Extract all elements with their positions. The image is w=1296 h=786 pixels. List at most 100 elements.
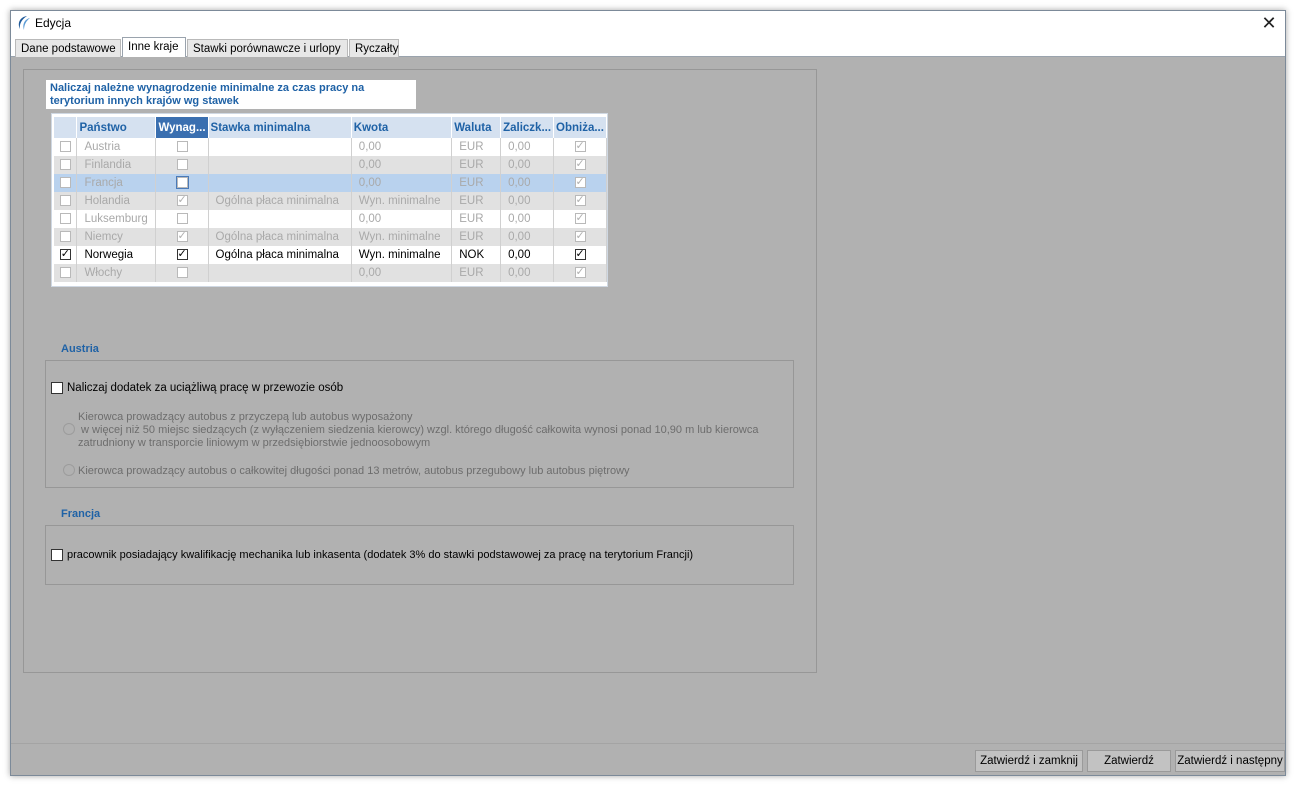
checkbox-icon[interactable] — [176, 229, 188, 243]
cell-stawka[interactable] — [208, 156, 352, 174]
cell-zaliczka[interactable]: 0,00 — [500, 192, 555, 210]
cell-waluta[interactable]: NOK — [451, 246, 502, 264]
francja-option[interactable]: pracownik posiadający kwalifikację mecha… — [51, 549, 693, 561]
checkbox-icon[interactable] — [574, 175, 586, 189]
cell-checked[interactable] — [54, 174, 78, 192]
checkbox-icon[interactable] — [175, 176, 189, 190]
cell-waluta[interactable]: EUR — [451, 264, 502, 282]
cell-checked[interactable] — [54, 138, 78, 156]
cell-stawka[interactable]: Ogólna płaca minimalna — [208, 246, 352, 264]
col-header-kwota[interactable]: Kwota — [351, 117, 453, 138]
table-row[interactable]: Holandia Ogólna płaca minimalnaWyn. minim… — [54, 192, 607, 210]
tab-inne-kraje[interactable]: Inne kraje — [122, 37, 186, 57]
col-header-wynag[interactable]: Wynag... — [155, 117, 209, 138]
cell-kwota[interactable]: Wyn. minimalne — [351, 228, 453, 246]
cell-stawka[interactable] — [208, 210, 352, 228]
checkbox-icon[interactable] — [176, 267, 188, 279]
cell-wynag[interactable] — [155, 264, 209, 282]
cell-zaliczka[interactable]: 0,00 — [500, 264, 555, 282]
cell-zaliczka[interactable]: 0,00 — [500, 228, 555, 246]
checkbox-icon[interactable] — [574, 229, 586, 243]
cell-obniza[interactable] — [553, 156, 607, 174]
cell-checked[interactable] — [54, 156, 78, 174]
checkbox-icon[interactable] — [176, 193, 188, 207]
cell-obniza[interactable] — [553, 174, 607, 192]
checkbox-icon[interactable] — [574, 211, 586, 225]
austria-radio-2-icon[interactable] — [63, 464, 75, 476]
checkbox-icon[interactable] — [176, 213, 188, 225]
cell-kwota[interactable]: 0,00 — [351, 138, 453, 156]
cell-waluta[interactable]: EUR — [451, 156, 502, 174]
checkbox-icon[interactable] — [59, 231, 71, 243]
cell-country[interactable]: Austria — [76, 138, 157, 156]
confirm-close-button[interactable]: Zatwierdź i zamknij — [975, 750, 1083, 772]
cell-obniza[interactable] — [553, 138, 607, 156]
checkbox-icon[interactable] — [574, 139, 586, 153]
austria-checkbox-icon[interactable] — [51, 382, 63, 394]
austria-radio-1-icon[interactable] — [63, 423, 75, 435]
cell-kwota[interactable]: Wyn. minimalne — [351, 246, 453, 264]
cell-obniza[interactable] — [553, 264, 607, 282]
cell-kwota[interactable]: 0,00 — [351, 174, 453, 192]
table-row[interactable]: Finlandia 0,00 EUR 0,00 — [54, 156, 607, 174]
checkbox-icon[interactable] — [574, 265, 586, 279]
col-header-select[interactable] — [54, 117, 78, 138]
cell-country[interactable]: Francja — [76, 174, 157, 192]
checkbox-icon[interactable] — [59, 267, 71, 279]
confirm-next-button[interactable]: Zatwierdź i następny — [1175, 750, 1285, 772]
cell-waluta[interactable]: EUR — [451, 228, 502, 246]
checkbox-icon[interactable] — [59, 213, 71, 225]
table-row[interactable]: Włochy 0,00 EUR 0,00 — [54, 264, 607, 282]
cell-kwota[interactable]: 0,00 — [351, 264, 453, 282]
cell-kwota[interactable]: 0,00 — [351, 156, 453, 174]
cell-wynag[interactable] — [155, 246, 209, 264]
francja-checkbox-icon[interactable] — [51, 549, 63, 561]
cell-country[interactable]: Holandia — [76, 192, 157, 210]
cell-zaliczka[interactable]: 0,00 — [500, 138, 555, 156]
checkbox-icon[interactable] — [59, 177, 71, 189]
tab-stawki-porownawcze[interactable]: Stawki porównawcze i urlopy — [187, 39, 348, 57]
col-header-panstwo[interactable]: Państwo — [76, 117, 157, 138]
cell-wynag[interactable] — [155, 228, 209, 246]
cell-wynag[interactable] — [155, 174, 209, 192]
cell-checked[interactable] — [54, 264, 78, 282]
cell-country[interactable]: Finlandia — [76, 156, 157, 174]
confirm-button[interactable]: Zatwierdź — [1087, 750, 1171, 772]
table-row[interactable]: Luksemburg 0,00 EUR 0,00 — [54, 210, 607, 228]
cell-wynag[interactable] — [155, 210, 209, 228]
cell-checked[interactable] — [54, 246, 78, 264]
checkbox-icon[interactable] — [176, 159, 188, 171]
cell-wynag[interactable] — [155, 138, 209, 156]
tab-ryczalty[interactable]: Ryczałty — [349, 39, 399, 57]
cell-checked[interactable] — [54, 228, 78, 246]
table-row[interactable]: Austria 0,00 EUR 0,00 — [54, 138, 607, 156]
checkbox-icon[interactable] — [574, 157, 586, 171]
cell-waluta[interactable]: EUR — [451, 174, 502, 192]
cell-country[interactable]: Luksemburg — [76, 210, 157, 228]
tab-dane-podstawowe[interactable]: Dane podstawowe — [15, 39, 121, 57]
table-row[interactable]: Francja 0,00 EUR 0,00 — [54, 174, 607, 192]
table-row[interactable]: Norwegia Ogólna płaca minimalnaWyn. minim… — [54, 246, 607, 264]
cell-kwota[interactable]: Wyn. minimalne — [351, 192, 453, 210]
cell-obniza[interactable] — [553, 228, 607, 246]
col-header-obniza[interactable]: Obniża... — [553, 117, 607, 138]
cell-zaliczka[interactable]: 0,00 — [500, 210, 555, 228]
cell-stawka[interactable]: Ogólna płaca minimalna — [208, 228, 352, 246]
cell-obniza[interactable] — [553, 210, 607, 228]
cell-waluta[interactable]: EUR — [451, 192, 502, 210]
cell-country[interactable]: Norwegia — [76, 246, 157, 264]
cell-zaliczka[interactable]: 0,00 — [500, 156, 555, 174]
checkbox-icon[interactable] — [574, 193, 586, 207]
cell-obniza[interactable] — [553, 246, 607, 264]
cell-stawka[interactable]: Ogólna płaca minimalna — [208, 192, 352, 210]
checkbox-icon[interactable] — [59, 195, 71, 207]
cell-stawka[interactable] — [208, 264, 352, 282]
checkbox-icon[interactable] — [176, 141, 188, 153]
close-icon[interactable]: ✕ — [1259, 13, 1279, 33]
austria-option[interactable]: Naliczaj dodatek za uciążliwą pracę w pr… — [51, 382, 343, 394]
cell-stawka[interactable] — [208, 174, 352, 192]
col-header-stawka[interactable]: Stawka minimalna — [208, 117, 352, 138]
col-header-zaliczka[interactable]: Zaliczk... — [500, 117, 555, 138]
cell-waluta[interactable]: EUR — [451, 210, 502, 228]
checkbox-icon[interactable] — [574, 247, 586, 261]
